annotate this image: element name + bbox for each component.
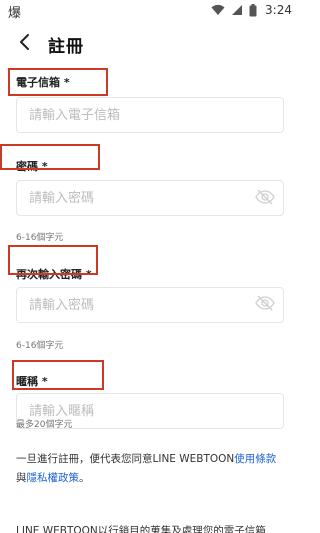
chevron-left-icon — [17, 33, 31, 55]
password-input[interactable] — [16, 180, 284, 216]
terms-text: 一旦進行註冊，便代表您同意LINE WEBTOON使用條款與隱私權政策。 — [16, 450, 288, 488]
status-bar: 爆 3:24 — [0, 0, 300, 22]
terms-text-middle: 與 — [16, 472, 27, 484]
eye-off-icon — [255, 189, 275, 209]
password-label-highlight — [0, 144, 100, 170]
email-label: 電子信箱 * — [16, 76, 70, 89]
marketing-notice: LINE WEBTOON以行銷目的蒐集及處理您的電子信箱 — [16, 525, 266, 533]
password-hint: 6-16個字元 — [16, 233, 64, 243]
eye-off-icon — [255, 295, 275, 315]
email-input[interactable] — [16, 97, 284, 133]
terms-text-before: 一旦進行註冊，便代表您同意LINE WEBTOON — [16, 453, 235, 465]
back-button[interactable] — [12, 32, 36, 56]
confirm-password-hint: 6-16個字元 — [16, 341, 64, 351]
confirm-password-input[interactable] — [16, 287, 284, 323]
confirm-password-visibility-toggle[interactable] — [254, 294, 276, 316]
status-icons: 3:24 — [211, 3, 292, 17]
app-bar: 註冊 — [0, 22, 300, 68]
password-label: 密碼 * — [16, 160, 48, 173]
battery-icon — [249, 3, 257, 17]
nickname-hint: 最多20個字元 — [16, 420, 73, 430]
wifi-icon — [211, 4, 225, 16]
notification-app-icon: 爆 — [8, 6, 22, 21]
status-time: 3:24 — [265, 3, 292, 17]
privacy-policy-link[interactable]: 隱私權政策 — [27, 472, 80, 484]
confirm-password-label: 再次輸入密碼 * — [16, 268, 92, 281]
nickname-label: 暱稱 * — [16, 375, 48, 388]
terms-text-after: 。 — [79, 472, 90, 484]
signal-icon — [231, 4, 243, 16]
terms-of-use-link[interactable]: 使用條款 — [234, 453, 276, 465]
page-title: 註冊 — [48, 37, 84, 57]
password-visibility-toggle[interactable] — [254, 188, 276, 210]
